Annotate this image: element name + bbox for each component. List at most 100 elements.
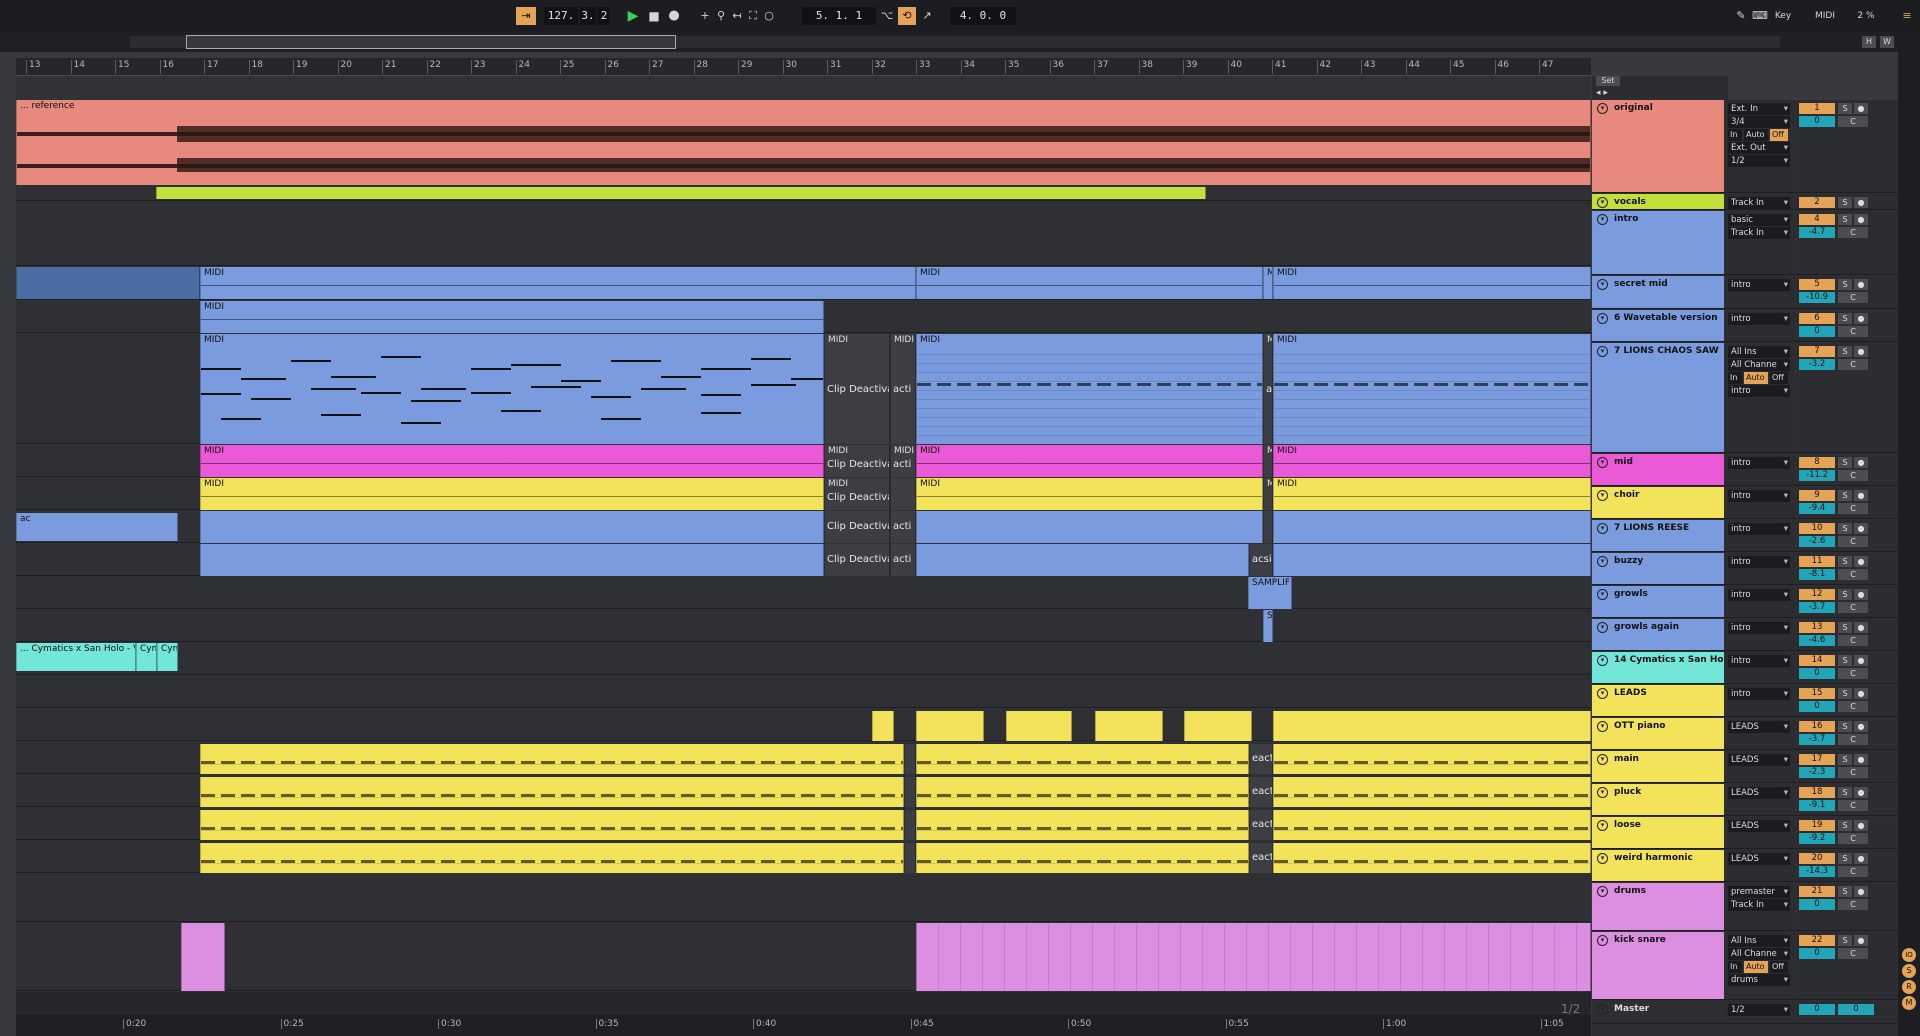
volume-field[interactable]: -8.1 [1799, 569, 1835, 580]
pan-field[interactable]: C [1838, 227, 1868, 238]
io-select[interactable]: 3/4 [1728, 116, 1790, 128]
midi-clip[interactable] [916, 810, 1249, 840]
capture-midi-icon[interactable]: ⛶ [746, 7, 760, 25]
solo-button[interactable]: S [1838, 787, 1852, 798]
stop-icon[interactable]: ■ [645, 7, 663, 25]
io-select[interactable]: LEADS [1728, 721, 1790, 733]
track-name[interactable]: ▾ 6 Wavetable version [1592, 310, 1724, 341]
track-name[interactable]: ▾ growls again [1592, 619, 1724, 650]
volume-field[interactable]: -2.3 [1799, 767, 1835, 778]
midi-clip[interactable]: MIDI [1273, 445, 1591, 477]
arm-icon[interactable]: ● [1854, 622, 1868, 633]
deactivated-clip[interactable]: eacti [1249, 810, 1273, 840]
pan-field[interactable]: C [1838, 569, 1868, 580]
deactivated-clip[interactable]: eacti [1249, 744, 1273, 774]
midi-clip[interactable] [200, 843, 904, 873]
track-lane-master[interactable] [16, 992, 1591, 1016]
deactivated-clip[interactable]: MIDI Clip Deactivated [824, 478, 890, 510]
arm-icon[interactable]: ● [1854, 197, 1868, 208]
menu-icon[interactable]: ≡ [1898, 7, 1916, 25]
deactivated-clip[interactable] [904, 843, 916, 873]
pan-field[interactable]: C [1838, 833, 1868, 844]
track-header-growls-again[interactable]: ▾ growls again intro 13S● -4.6C [1592, 619, 1920, 651]
io-select[interactable]: intro [1728, 556, 1790, 568]
track-name[interactable]: ▾ choir [1592, 487, 1724, 518]
solo-button[interactable]: S [1838, 935, 1852, 946]
fold-icon[interactable]: ▾ [1597, 935, 1608, 946]
volume-field[interactable]: 0 [1799, 948, 1835, 959]
io-select[interactable]: Ext. In [1728, 103, 1790, 115]
volume-field[interactable]: -10.9 [1799, 292, 1835, 303]
monitor-off-button[interactable]: Off [1770, 961, 1788, 973]
arm-icon[interactable]: ● [1854, 886, 1868, 897]
track-lane-buzzy[interactable]: Clip Deactivated acti acsi [16, 544, 1591, 576]
midi-clip[interactable]: MIDI [916, 478, 1263, 510]
pan-field[interactable]: C [1838, 536, 1868, 547]
arm-icon[interactable]: ● [1854, 589, 1868, 600]
midi-clip[interactable]: MIDI [200, 334, 824, 444]
solo-button[interactable]: S [1838, 754, 1852, 765]
io-select[interactable]: All Channe [1728, 359, 1790, 371]
solo-button[interactable]: S [1838, 655, 1852, 666]
optimize-width-button[interactable]: W [1880, 36, 1894, 48]
volume-field[interactable]: 0 [1799, 116, 1835, 127]
pan-field[interactable]: C [1838, 359, 1868, 370]
io-select[interactable]: intro [1728, 457, 1790, 469]
deactivated-clip[interactable]: acti [890, 544, 916, 576]
midi-clip[interactable] [916, 744, 1249, 774]
fold-icon[interactable]: ▾ [1597, 721, 1608, 732]
io-select[interactable]: drums [1728, 974, 1790, 986]
midi-clip[interactable] [1095, 711, 1163, 741]
fold-icon[interactable]: ▾ [1597, 622, 1608, 633]
track-header-7-lions-reese[interactable]: ▾ 7 LIONS REESE intro 10S● -2.6C [1592, 520, 1920, 552]
arm-icon[interactable]: ● [1854, 935, 1868, 946]
io-select[interactable]: All Ins [1728, 346, 1790, 358]
track-activator-button[interactable]: 15 [1799, 688, 1835, 699]
audio-clip[interactable]: Cym [136, 643, 157, 671]
volume-field[interactable]: 0 [1799, 899, 1835, 910]
pan-field[interactable]: C [1838, 326, 1868, 337]
io-select[interactable]: LEADS [1728, 754, 1790, 766]
fold-icon[interactable]: ▾ [1597, 787, 1608, 798]
deactivated-clip[interactable] [904, 777, 916, 807]
io-select[interactable]: intro [1728, 490, 1790, 502]
arm-icon[interactable]: ● [1854, 103, 1868, 114]
deactivated-clip[interactable]: eacti [1249, 777, 1273, 807]
track-header-growls[interactable]: ▾ growls intro 12S● -3.7C [1592, 586, 1920, 618]
pan-field[interactable]: C [1838, 899, 1868, 910]
arm-icon[interactable]: ● [1854, 655, 1868, 666]
pan-field[interactable]: C [1838, 734, 1868, 745]
deactivated-clip[interactable]: Clip Deactivated [824, 544, 890, 576]
record-icon[interactable]: ● [665, 7, 683, 25]
track-header-leads[interactable]: ▾ LEADS intro 15S● 0C [1592, 685, 1920, 717]
volume-field[interactable]: 0 [1799, 701, 1835, 712]
monitor-in-button[interactable]: In [1728, 961, 1742, 973]
deactivated-clip[interactable]: acti [890, 511, 916, 543]
mixer-toggle-icon[interactable]: M [1902, 996, 1916, 1010]
track-name[interactable]: ▾ 7 LIONS CHAOS SAW [1592, 343, 1724, 452]
midi-map-button[interactable]: MIDI [1810, 7, 1840, 25]
arrangement-view[interactable]: ... reference MIDI MIDI M MIDI MIDI MIDI [16, 76, 1591, 1016]
track-name[interactable]: ▾ secret mid [1592, 276, 1724, 308]
track-header-pluck[interactable]: ▾ pluck LEADS 18S● -9.1C [1592, 784, 1920, 816]
volume-field[interactable]: -3.7 [1799, 734, 1835, 745]
midi-clip[interactable] [916, 511, 1263, 543]
track-lane-original[interactable]: ... reference [16, 100, 1591, 185]
solo-button[interactable]: S [1838, 346, 1852, 357]
volume-field[interactable]: 0 [1799, 326, 1835, 337]
track-name[interactable]: ▾ growls [1592, 586, 1724, 617]
deactivated-clip[interactable] [904, 744, 916, 774]
volume-field[interactable]: -9.2 [1799, 833, 1835, 844]
deactivated-clip[interactable]: MIDI Clip Deactivated [824, 334, 890, 444]
volume-field[interactable]: 0 [1838, 1004, 1874, 1015]
audio-clip-reference[interactable]: ... reference [16, 100, 1591, 185]
track-lane-choir[interactable]: MIDI MIDI Clip Deactivated MIDI M MIDI [16, 478, 1591, 510]
optimize-height-button[interactable]: H [1862, 36, 1876, 48]
monitor-auto-button[interactable]: Auto [1744, 372, 1768, 384]
punch-in-icon[interactable]: ⌥ [880, 7, 894, 25]
track-header-main[interactable]: ▾ main LEADS 17S● -2.3C [1592, 751, 1920, 783]
audio-clip[interactable]: Cym [157, 643, 178, 671]
track-name[interactable]: ▾ mid [1592, 454, 1724, 485]
deactivated-clip[interactable]: eacti [1249, 843, 1273, 873]
midi-clip[interactable] [1006, 711, 1072, 741]
